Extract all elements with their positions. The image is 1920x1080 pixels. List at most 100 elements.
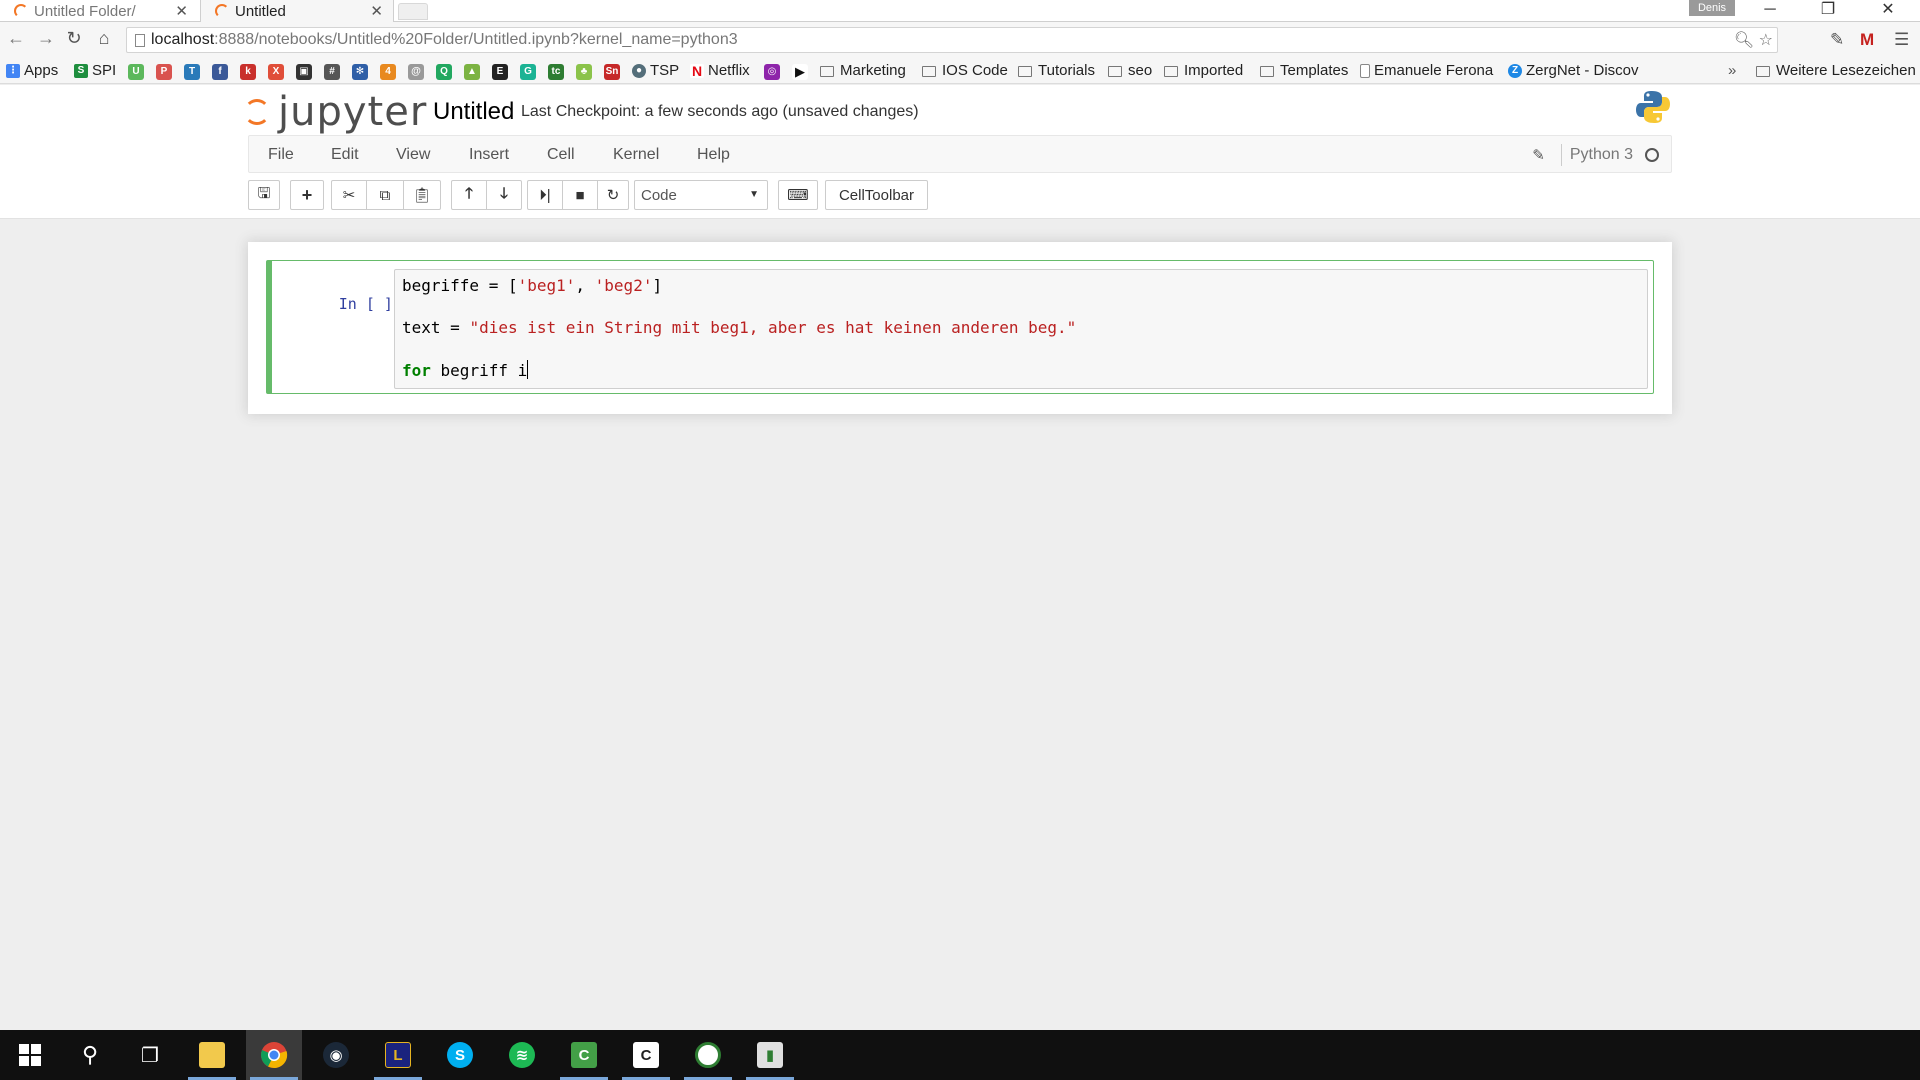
bookmark-spi[interactable]: S SPI [74,62,116,79]
taskbar-steam[interactable]: ◉ [308,1030,364,1080]
chrome-icon [261,1042,288,1069]
bookmark-folder-templates[interactable]: Templates [1260,62,1348,79]
bookmark-netflix[interactable]: N Netflix [690,62,750,79]
step-forward-icon: ⏵︎| [539,186,551,204]
restart-kernel-button[interactable]: ↻ [597,180,629,210]
gmail-icon[interactable]: M [1860,30,1874,50]
close-icon[interactable]: ✕ [175,2,188,20]
jupyter-logo[interactable]: jupyter [244,89,427,135]
menu-file[interactable]: File [268,146,294,164]
bookmark-favicon[interactable]: T [184,64,200,80]
taskbar-app-l[interactable]: L [370,1030,426,1080]
play-icon[interactable]: ▶ [792,64,808,80]
command-palette-button[interactable]: ⌨ [778,180,818,210]
bookmarks-overflow-icon[interactable]: » [1728,62,1736,79]
home-icon[interactable]: ⌂ [92,28,116,49]
taskbar-camtasia[interactable]: C [556,1030,612,1080]
code-line-3[interactable]: for begriff i [402,360,529,380]
task-view-icon[interactable]: ❐ [122,1030,178,1080]
tab-untitled[interactable]: Untitled ✕ [200,0,394,22]
bookmark-folder-tutorials[interactable]: Tutorials [1018,62,1095,79]
edit-mode-pencil-icon: ✎ [1532,147,1545,164]
taskbar-file-explorer[interactable] [184,1030,240,1080]
menu-kernel[interactable]: Kernel [613,146,659,164]
bookmark-favicon[interactable]: tc [548,64,564,80]
code-line-1[interactable]: begriffe = ['beg1', 'beg2'] [402,276,662,295]
paste-button[interactable]: 📋︎ [403,180,441,210]
menu-edit[interactable]: Edit [331,146,359,164]
taskbar-chrome[interactable] [246,1030,302,1080]
taskbar-skype[interactable]: S [432,1030,488,1080]
bookmark-favicon[interactable]: X [268,64,284,80]
bookmark-favicon[interactable]: Q [436,64,452,80]
code-line-2[interactable]: text = "dies ist ein String mit beg1, ab… [402,318,1076,337]
folder-icon [1108,66,1122,77]
bookmark-favicon[interactable]: ◎ [764,64,780,80]
facebook-icon[interactable]: f [212,64,228,80]
insert-cell-button[interactable]: + [290,180,324,210]
bookmark-favicon[interactable]: ♣ [576,64,592,80]
window-close-icon[interactable]: ✕ [1873,0,1903,20]
bookmark-folder-imported[interactable]: Imported [1164,62,1243,79]
bookmark-favicon[interactable]: P [156,64,172,80]
bookmark-favicon[interactable]: E [492,64,508,80]
back-icon[interactable]: ← [4,28,28,49]
bookmark-favicon[interactable]: Sn [604,64,620,80]
start-button[interactable] [2,1030,58,1080]
restore-icon[interactable]: ❐ [1813,0,1843,20]
bookmark-emanuele[interactable]: Emanuele Ferona [1360,62,1493,79]
move-up-button[interactable]: 🡑 [451,180,487,210]
kernel-name: Python 3 [1569,146,1633,163]
bookmark-favicon[interactable]: k [240,64,256,80]
profile-badge[interactable]: Denis [1689,0,1735,16]
folder-icon [1260,66,1274,77]
save-button[interactable]: 🖫 [248,180,280,210]
tab-untitled-folder[interactable]: Untitled Folder/ ✕ [0,0,198,22]
bookmark-folder-ios-code[interactable]: IOS Code [922,62,1008,79]
bookmark-favicon[interactable]: ▲ [464,64,480,80]
cut-button[interactable]: ✂ [331,180,367,210]
zoom-star-icons[interactable]: 🔍︎ ☆ [1734,30,1773,50]
bookmark-favicon[interactable]: @ [408,64,424,80]
bookmark-favicon[interactable]: G [520,64,536,80]
forward-icon[interactable]: → [34,28,58,49]
menu-view[interactable]: View [396,146,430,164]
taskbar-spotify[interactable]: ≋ [494,1030,550,1080]
menu-cell[interactable]: Cell [547,146,575,164]
taskbar-app-window[interactable]: ▮ [742,1030,798,1080]
bookmark-favicon[interactable]: ✻ [352,64,368,80]
checkpoint-status: Last Checkpoint: a few seconds ago (unsa… [521,103,919,120]
bookmark-apps[interactable]: ⋮ Apps [6,62,58,79]
interrupt-kernel-button[interactable]: ■ [562,180,598,210]
bookmark-favicon[interactable]: U [128,64,144,80]
menu-help[interactable]: Help [697,146,730,164]
extension-icon[interactable]: ✎ [1830,30,1844,50]
bookmark-folder-other[interactable]: Weitere Lesezeichen [1756,62,1916,79]
copy-button[interactable]: ⧉ [366,180,404,210]
run-cell-button[interactable]: ⏵︎| [527,180,563,210]
bookmark-folder-marketing[interactable]: Marketing [820,62,906,79]
notebook-name[interactable]: Untitled [433,98,514,126]
minimize-icon[interactable]: ─ [1755,0,1785,20]
reload-icon[interactable]: ↻ [62,28,86,49]
cell-type-select[interactable]: Code ▼ [634,180,768,210]
new-tab-button[interactable] [398,3,428,20]
search-icon[interactable]: ⚲ [62,1030,118,1080]
bookmark-zergnet[interactable]: Z ZergNet - Discov [1508,62,1639,79]
bookmark-favicon[interactable]: ▣ [296,64,312,80]
close-icon[interactable]: ✕ [370,2,383,20]
celltoolbar-button[interactable]: CellToolbar [825,180,928,210]
bookmark-favicon[interactable]: 4 [380,64,396,80]
url-path: :8888/notebooks/Untitled%20Folder/Untitl… [214,31,738,48]
bookmark-favicon[interactable]: # [324,64,340,80]
move-down-button[interactable]: 🡓 [486,180,522,210]
taskbar-camtasia-recorder[interactable]: C [618,1030,674,1080]
menu-insert[interactable]: Insert [469,146,509,164]
bookmark-tsp[interactable]: ● TSP [632,62,679,79]
menu-icon[interactable]: ☰ [1894,30,1909,50]
jupyter-orb-icon [244,99,270,125]
plus-icon: + [301,184,313,205]
bookmark-folder-seo[interactable]: seo [1108,62,1152,79]
taskbar-app-ring[interactable] [680,1030,736,1080]
url-bar[interactable]: localhost:8888/notebooks/Untitled%20Fold… [126,27,1778,53]
